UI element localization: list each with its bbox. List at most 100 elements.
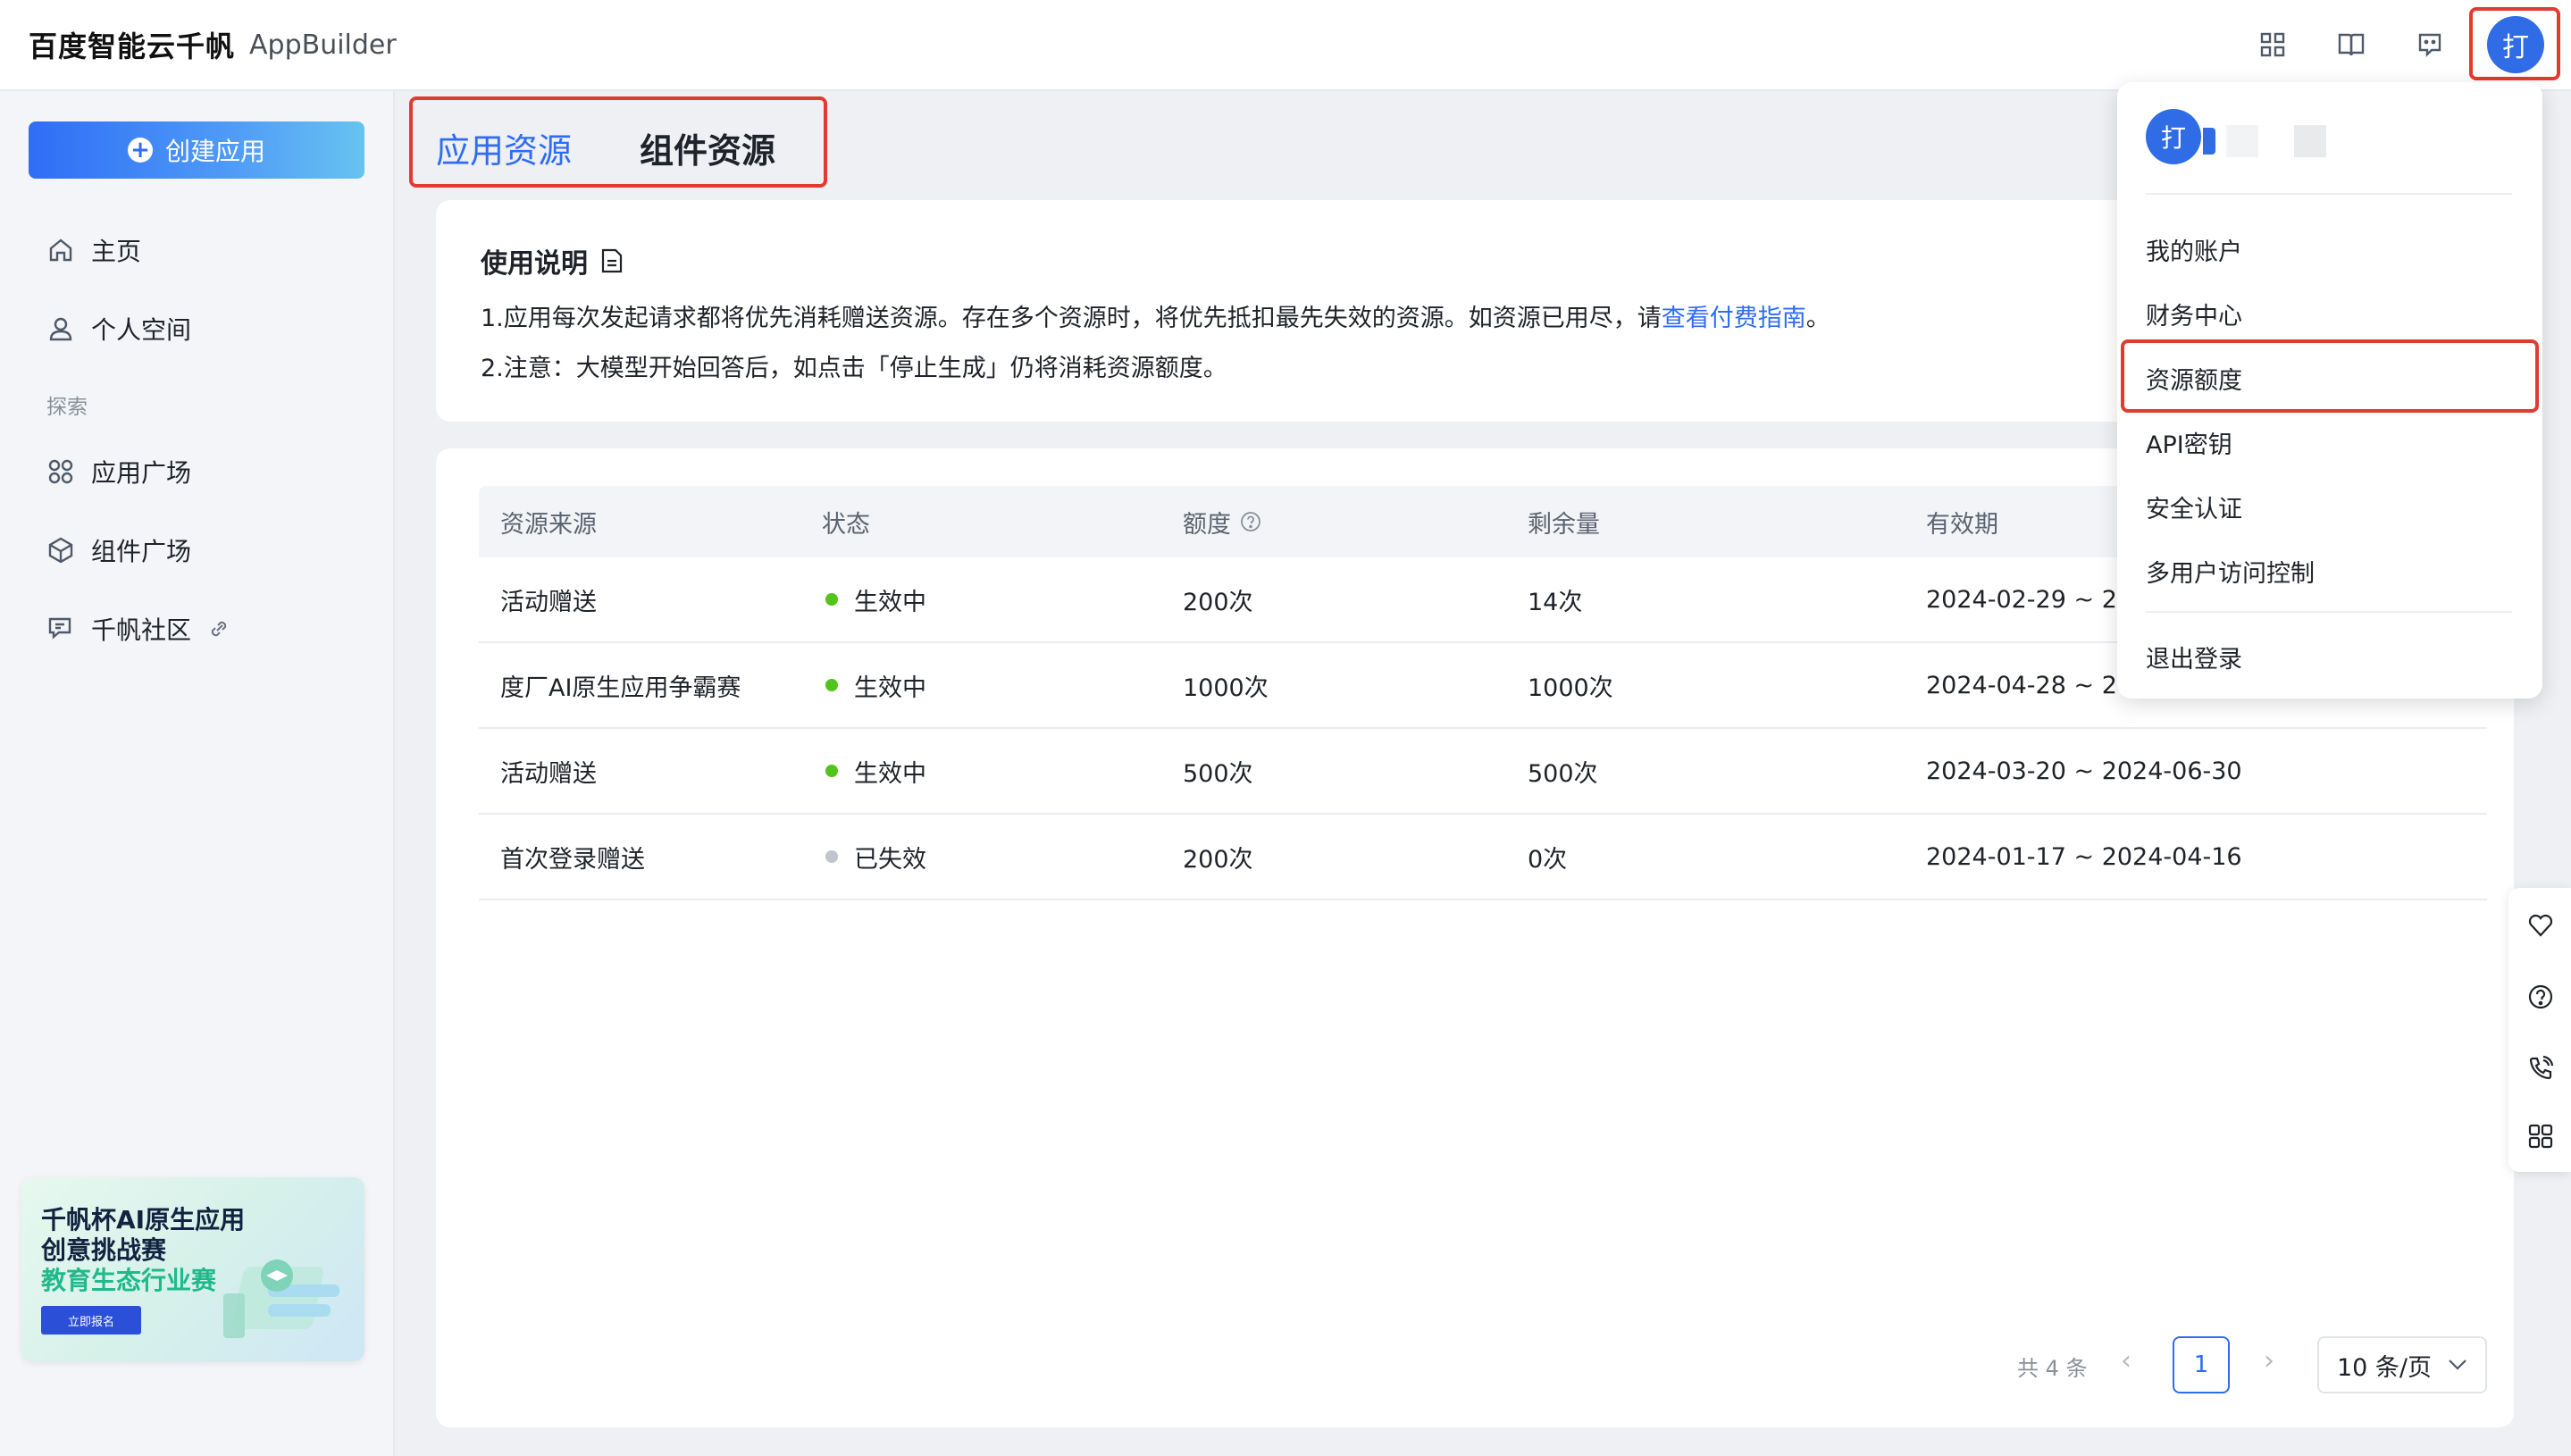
cell-source: 首次登录赠送 — [500, 845, 645, 874]
sidebar-item-component-square[interactable]: 组件广场 — [46, 529, 191, 572]
cell-validity: 2024-01-17 ~ 2024-04-16 — [1926, 842, 2242, 871]
instructions-line-1-suffix: 。 — [1805, 305, 1830, 332]
menu-divider — [2146, 611, 2512, 613]
column-header-quota: 额度 — [1183, 486, 1261, 557]
top-bar: 百度智能云千帆 AppBuilder 打 — [0, 0, 2571, 91]
next-page-icon[interactable]: › — [2264, 1345, 2274, 1377]
banner-signup-button[interactable]: 立即报名 — [41, 1306, 141, 1335]
menu-avatar: 打 — [2146, 109, 2201, 164]
help-icon[interactable] — [1240, 511, 1261, 532]
sidebar: + 创建应用 主页 个人空间 探索 应用广场 组件广场 千帆社区 千帆杯AI原生… — [0, 91, 395, 1456]
status-dot — [825, 765, 838, 777]
sidebar-item-label: 主页 — [91, 237, 142, 266]
sidebar-item-label: 个人空间 — [91, 315, 192, 345]
status-dot — [825, 679, 838, 691]
cell-validity: 2024-02-29 ~ 2 — [1926, 585, 2117, 614]
external-link-icon — [211, 621, 227, 637]
cell-validity: 2024-04-28 ~ 2 — [1926, 671, 2117, 699]
cell-remaining: 500次 — [1528, 759, 1598, 788]
prev-page-icon[interactable]: ‹ — [2121, 1345, 2131, 1377]
cell-source: 活动赠送 — [500, 588, 597, 616]
sidebar-item-label: 组件广场 — [91, 537, 192, 566]
sidebar-item-personal-space[interactable]: 个人空间 — [46, 307, 191, 350]
sidebar-item-label: 千帆社区 — [91, 615, 192, 645]
help-circle-icon[interactable] — [2526, 983, 2555, 1011]
status-dot — [825, 593, 838, 606]
column-header-source: 资源来源 — [500, 510, 597, 539]
column-header-status: 状态 — [822, 510, 870, 539]
create-app-button[interactable]: + 创建应用 — [29, 121, 364, 179]
brand-logo[interactable]: 百度智能云千帆 AppBuilder — [29, 23, 397, 66]
cell-quota: 200次 — [1183, 845, 1253, 874]
cell-status-text: 生效中 — [854, 588, 926, 616]
user-icon — [49, 317, 72, 341]
page-number-current[interactable]: 1 — [2173, 1336, 2230, 1393]
cell-source: 活动赠送 — [500, 759, 597, 788]
home-icon — [49, 238, 72, 262]
menu-divider — [2146, 193, 2512, 195]
tab-app-resources[interactable]: 应用资源 — [436, 123, 572, 172]
sidebar-item-community[interactable]: 千帆社区 — [46, 607, 230, 650]
menu-item-my-account[interactable]: 我的账户 — [2146, 232, 2242, 267]
cell-quota: 500次 — [1183, 759, 1253, 788]
tab-component-resources[interactable]: 组件资源 — [640, 123, 775, 172]
sidebar-section-explore: 探索 — [46, 396, 88, 419]
cell-status-text: 生效中 — [854, 759, 926, 788]
table-row: 活动赠送 生效中 500次 500次 2024-03-20 ~ 2024-06-… — [479, 729, 2487, 815]
instructions-title: 使用说明 — [481, 241, 624, 280]
apps-icon[interactable] — [2526, 1122, 2555, 1151]
cell-remaining: 1000次 — [1528, 674, 1613, 702]
floating-toolbar — [2508, 888, 2571, 1172]
cube-icon — [48, 537, 73, 564]
sidebar-item-label: 应用广场 — [91, 458, 192, 488]
instructions-title-text: 使用说明 — [481, 248, 588, 280]
column-header-quota-text: 额度 — [1183, 510, 1231, 539]
document-icon — [601, 248, 623, 273]
sidebar-item-app-square[interactable]: 应用广场 — [46, 450, 191, 493]
brand-name: 百度智能云千帆 — [29, 29, 236, 63]
apps-grid-icon[interactable] — [2253, 25, 2292, 64]
pagination-total: 共 4 条 — [2017, 1356, 2088, 1381]
cell-remaining: 14次 — [1528, 588, 1583, 616]
feedback-icon[interactable] — [2410, 25, 2450, 64]
table-row: 首次登录赠送 已失效 200次 0次 2024-01-17 ~ 2024-04-… — [479, 815, 2487, 900]
cell-status: 生效中 — [825, 557, 926, 641]
column-header-validity: 有效期 — [1926, 510, 1998, 539]
column-header-remaining: 剩余量 — [1528, 510, 1600, 539]
cell-remaining: 0次 — [1528, 845, 1568, 874]
instructions-line-1-text: 1.应用每次发起请求都将优先消耗赠送资源。存在多个资源时，将优先抵扣最先失效的资… — [481, 305, 1662, 332]
menu-item-security-auth[interactable]: 安全认证 — [2146, 490, 2242, 524]
promo-banner[interactable]: 千帆杯AI原生应用 创意挑战赛 教育生态行业赛 立即报名 — [21, 1177, 364, 1361]
user-avatar[interactable]: 打 — [2487, 16, 2544, 73]
cell-status: 生效中 — [825, 643, 926, 727]
graduation-cap-illustration — [223, 1259, 339, 1338]
menu-item-logout[interactable]: 退出登录 — [2146, 640, 2242, 674]
cell-status-text: 生效中 — [854, 674, 926, 702]
page-size-select[interactable]: 10 条/页 — [2317, 1336, 2487, 1393]
community-icon — [48, 617, 71, 640]
user-menu-dropdown: 打 我的账户 财务中心 资源额度 API密钥 安全认证 多用户访问控制 退出登录 — [2117, 82, 2542, 699]
cell-validity: 2024-03-20 ~ 2024-06-30 — [1926, 757, 2242, 785]
plus-icon: + — [127, 138, 153, 163]
cell-source: 度厂AI原生应用争霸赛 — [500, 674, 741, 702]
instructions-line-2: 2.注意：大模型开始回答后，如点击「停止生成」仍将消耗资源额度。 — [481, 355, 1227, 382]
status-dot — [825, 850, 838, 863]
instructions-line-1: 1.应用每次发起请求都将优先消耗赠送资源。存在多个资源时，将优先抵扣最先失效的资… — [481, 298, 1830, 333]
favorite-icon[interactable] — [2526, 911, 2555, 940]
menu-item-finance-center[interactable]: 财务中心 — [2146, 297, 2242, 331]
menu-item-resource-quota[interactable]: 资源额度 — [2146, 361, 2242, 396]
cell-quota: 1000次 — [1183, 674, 1269, 702]
payment-guide-link[interactable]: 查看付费指南 — [1662, 305, 1806, 332]
phone-icon[interactable] — [2526, 1054, 2555, 1083]
book-icon[interactable] — [2332, 25, 2371, 64]
cell-status: 已失效 — [825, 815, 926, 899]
menu-item-multi-user-access[interactable]: 多用户访问控制 — [2146, 554, 2315, 589]
create-app-label: 创建应用 — [164, 137, 265, 166]
cell-quota: 200次 — [1183, 588, 1253, 616]
banner-title-line3: 教育生态行业赛 — [41, 1266, 217, 1295]
sidebar-item-home[interactable]: 主页 — [46, 229, 141, 272]
menu-item-api-key[interactable]: API密钥 — [2146, 425, 2232, 460]
cell-status-text: 已失效 — [854, 845, 926, 874]
grid-icon — [48, 459, 73, 484]
product-name: AppBuilder — [249, 29, 397, 61]
